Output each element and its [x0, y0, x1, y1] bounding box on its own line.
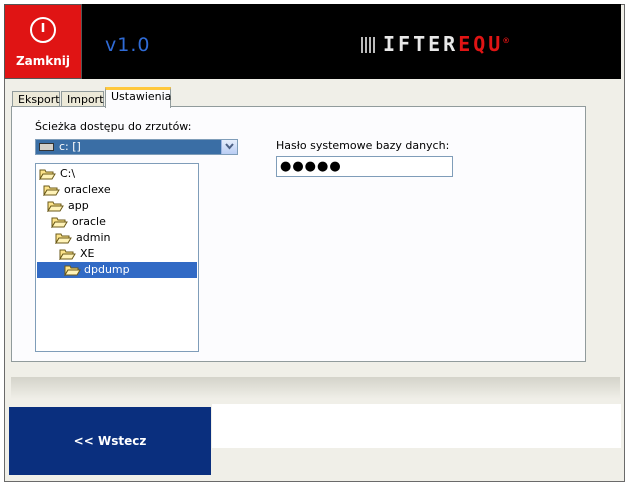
logo-grid-icon: [361, 37, 377, 53]
close-button-label: Zamknij: [15, 54, 71, 68]
chevron-down-icon: [225, 143, 234, 150]
tree-node[interactable]: oraclexe: [43, 182, 196, 198]
tree-node-label: app: [68, 199, 89, 212]
folder-open-icon: [43, 185, 60, 196]
tree-node[interactable]: app: [47, 198, 196, 214]
tree-node-label: oraclexe: [64, 183, 111, 196]
folder-open-icon: [39, 169, 56, 180]
path-label: Ścieżka dostępu do zrzutów:: [35, 120, 192, 133]
back-button[interactable]: << Wstecz: [9, 407, 211, 475]
drive-icon: [39, 143, 54, 151]
tree-node[interactable]: C:\: [39, 166, 196, 182]
tree-node-label: dpdump: [84, 263, 130, 276]
logo-text-white: IFTER: [383, 32, 459, 56]
tree-node-label: oracle: [72, 215, 106, 228]
folder-open-icon: [55, 233, 72, 244]
tree-node-label: C:\: [60, 167, 76, 180]
logo-registered-mark: ®: [503, 36, 512, 47]
tree-node-selected[interactable]: dpdump: [37, 262, 197, 278]
settings-panel: Ścieżka dostępu do zrzutów: c: [] C:\ or…: [11, 106, 586, 362]
footer-blank-area: [212, 404, 621, 448]
tree-node-label: XE: [80, 247, 95, 260]
folder-tree[interactable]: C:\ oraclexe app oracle admin XE dpdump: [35, 163, 199, 352]
folder-open-icon: [64, 265, 81, 276]
dropdown-button[interactable]: [221, 140, 237, 154]
tree-node[interactable]: admin: [55, 230, 196, 246]
close-button[interactable]: Zamknij: [4, 4, 82, 79]
version-label: v1.0: [105, 34, 151, 56]
tree-node[interactable]: oracle: [51, 214, 196, 230]
password-field[interactable]: ●●●●●: [276, 156, 453, 177]
drive-value: c: []: [59, 140, 81, 153]
folder-open-icon: [59, 249, 76, 260]
drive-select[interactable]: c: []: [35, 139, 238, 155]
tab-eksport[interactable]: Eksport: [12, 91, 60, 107]
password-label: Hasło systemowe bazy danych:: [276, 139, 450, 152]
separator-strip: [11, 377, 620, 399]
folder-open-icon: [51, 217, 68, 228]
brand-logo: IFTEREQU®: [361, 32, 512, 56]
tab-ustawienia[interactable]: Ustawienia: [105, 87, 171, 108]
tab-import[interactable]: Import: [61, 91, 104, 107]
tree-node-label: admin: [76, 231, 111, 244]
power-icon: [30, 17, 56, 43]
tree-node[interactable]: XE: [59, 246, 196, 262]
app-header: Zamknij v1.0 IFTEREQU®: [4, 4, 621, 79]
logo-text-red: EQU: [458, 32, 504, 56]
folder-open-icon: [47, 201, 64, 212]
